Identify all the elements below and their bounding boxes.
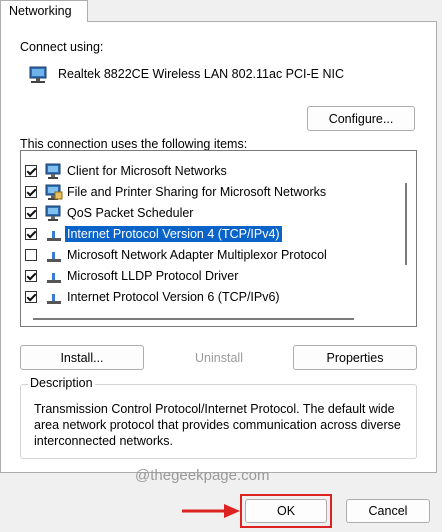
horizontal-scrollbar[interactable] xyxy=(33,318,354,320)
item-label: File and Printer Sharing for Microsoft N… xyxy=(67,185,327,199)
item-label: Internet Protocol Version 4 (TCP/IPv4) xyxy=(65,226,282,242)
adapter-name: Realtek 8822CE Wireless LAN 802.11ac PCI… xyxy=(58,67,344,81)
client-network-icon xyxy=(45,163,63,179)
description-text: Transmission Control Protocol/Internet P… xyxy=(34,402,401,448)
item-label: Microsoft Network Adapter Multiplexor Pr… xyxy=(67,248,327,262)
connect-using-label: Connect using: xyxy=(20,40,104,54)
protocol-icon xyxy=(45,268,63,284)
list-item[interactable]: QoS Packet Scheduler xyxy=(25,203,195,223)
item-label: Internet Protocol Version 6 (TCP/IPv6) xyxy=(67,290,280,304)
watermark: @thegeekpage.com xyxy=(135,467,270,484)
item-checkbox[interactable] xyxy=(25,270,37,282)
protocol-icon xyxy=(45,289,63,305)
item-checkbox[interactable] xyxy=(25,291,37,303)
description-title: Description xyxy=(28,376,95,390)
items-listbox[interactable]: Client for Microsoft Networks File and P… xyxy=(20,150,417,327)
tab-divider xyxy=(88,21,437,22)
list-item-selected[interactable]: Internet Protocol Version 4 (TCP/IPv4) xyxy=(25,224,282,244)
list-item[interactable]: File and Printer Sharing for Microsoft N… xyxy=(25,182,328,202)
tab-networking-label: Networking xyxy=(9,4,72,18)
install-button[interactable]: Install... xyxy=(20,345,144,370)
annotation-arrow-icon xyxy=(180,503,242,522)
file-printer-sharing-icon xyxy=(45,184,63,200)
item-checkbox[interactable] xyxy=(25,186,37,198)
item-label: QoS Packet Scheduler xyxy=(67,206,194,220)
list-item[interactable]: Client for Microsoft Networks xyxy=(25,161,229,181)
items-label: This connection uses the following items… xyxy=(20,137,248,151)
properties-button[interactable]: Properties xyxy=(293,345,417,370)
item-checkbox[interactable] xyxy=(25,228,37,240)
item-checkbox[interactable] xyxy=(25,165,37,177)
list-item[interactable]: Microsoft LLDP Protocol Driver xyxy=(25,266,240,286)
item-label: Microsoft LLDP Protocol Driver xyxy=(67,269,239,283)
protocol-icon xyxy=(45,247,63,263)
cancel-button[interactable]: Cancel xyxy=(346,499,430,523)
configure-button[interactable]: Configure... xyxy=(307,106,415,131)
ok-highlight-box xyxy=(240,494,332,528)
vertical-scrollbar[interactable] xyxy=(405,183,407,265)
list-item[interactable]: Internet Protocol Version 6 (TCP/IPv6) xyxy=(25,287,282,307)
item-label: Client for Microsoft Networks xyxy=(67,164,227,178)
tab-networking[interactable]: Networking xyxy=(0,0,88,22)
uninstall-button[interactable]: Uninstall xyxy=(157,345,281,370)
list-item[interactable]: Microsoft Network Adapter Multiplexor Pr… xyxy=(25,245,329,265)
item-checkbox[interactable] xyxy=(25,249,37,261)
protocol-icon xyxy=(45,226,63,242)
item-checkbox[interactable] xyxy=(25,207,37,219)
qos-scheduler-icon xyxy=(45,205,63,221)
network-adapter-icon xyxy=(27,66,49,87)
